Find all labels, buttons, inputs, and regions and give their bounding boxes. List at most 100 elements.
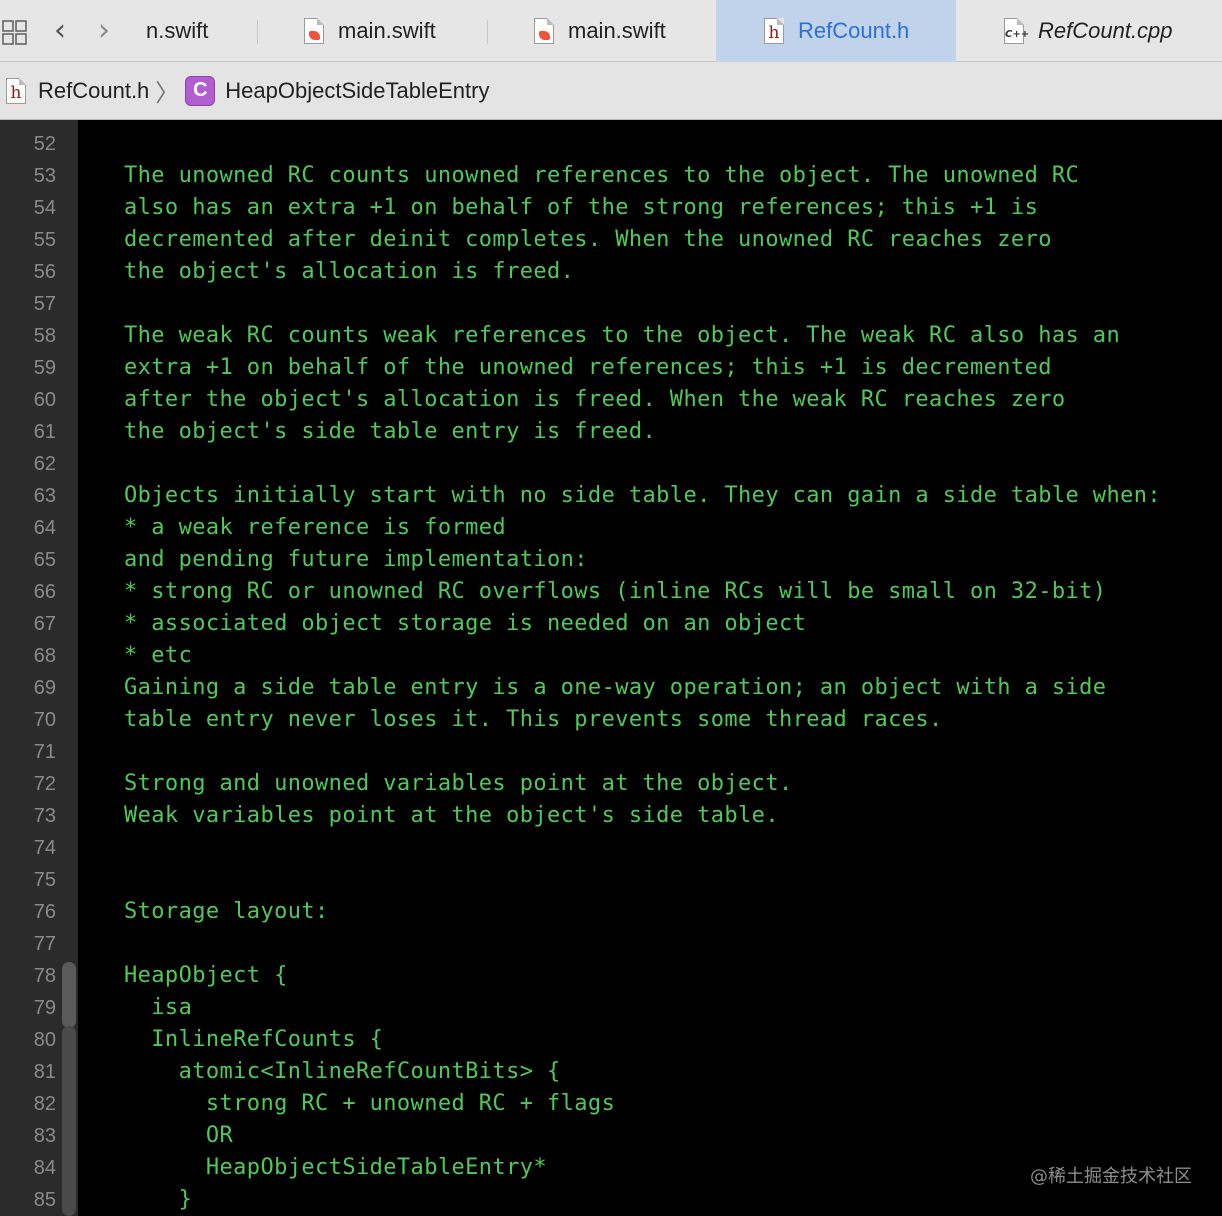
code-line[interactable]: 81 atomic<InlineRefCountBits> {	[0, 1056, 1222, 1088]
code-line[interactable]: 71	[0, 736, 1222, 768]
jump-bar: h RefCount.h 〉 C HeapObjectSideTableEntr…	[0, 62, 1222, 120]
line-number: 74	[33, 837, 56, 859]
line-number: 72	[33, 773, 56, 795]
code-text: and pending future implementation:	[124, 547, 588, 572]
code-line[interactable]: 80 InlineRefCounts {	[0, 1024, 1222, 1056]
code-line[interactable]: 63 Objects initially start with no side t…	[0, 480, 1222, 512]
code-line[interactable]: 57	[0, 288, 1222, 320]
tab-n-swift[interactable]: n.swift	[140, 0, 258, 62]
code-line[interactable]: 68 * etc	[0, 640, 1222, 672]
code-text: atomic<InlineRefCountBits> {	[124, 1059, 561, 1084]
code-text: Gaining a side table entry is a one-way …	[124, 675, 1107, 700]
code-text: * strong RC or unowned RC overflows (inl…	[124, 579, 1107, 604]
code-text: after the object's allocation is freed. …	[124, 387, 1066, 412]
tab-main-swift-1[interactable]: main.swift	[258, 0, 488, 62]
code-line[interactable]: 70 table entry never loses it. This preve…	[0, 704, 1222, 736]
code-line[interactable]: 59 extra +1 on behalf of the unowned refe…	[0, 352, 1222, 384]
code-text: * associated object storage is needed on…	[124, 611, 807, 636]
cpp-file-icon: C++	[1004, 18, 1029, 44]
line-number: 80	[33, 1029, 56, 1051]
line-number: 71	[33, 741, 56, 763]
code-text: The weak RC counts weak references to th…	[124, 323, 1121, 348]
line-number: 60	[33, 389, 56, 411]
line-number: 66	[33, 581, 56, 603]
line-number: 70	[33, 709, 56, 731]
code-text: Storage layout:	[124, 899, 329, 924]
code-text: isa	[124, 995, 193, 1020]
code-text: strong RC + unowned RC + flags	[124, 1091, 616, 1116]
code-line[interactable]: 77	[0, 928, 1222, 960]
code-text: OR	[124, 1123, 234, 1148]
code-line[interactable]: 54 also has an extra +1 on behalf of the …	[0, 192, 1222, 224]
header-file-icon: h	[6, 77, 26, 104]
line-number: 54	[33, 197, 56, 219]
code-text: HeapObjectSideTableEntry*	[124, 1155, 547, 1180]
line-number: 81	[33, 1061, 56, 1083]
code-line[interactable]: 65 and pending future implementation:	[0, 544, 1222, 576]
line-number: 75	[33, 869, 56, 891]
tab-main-swift-2[interactable]: main.swift	[488, 0, 716, 62]
breadcrumb-symbol[interactable]: HeapObjectSideTableEntry	[225, 78, 489, 104]
line-number: 84	[33, 1157, 56, 1179]
code-line[interactable]: 83 OR	[0, 1120, 1222, 1152]
tab-label: RefCount.h	[798, 18, 910, 43]
line-number: 57	[33, 293, 56, 315]
code-text: InlineRefCounts {	[124, 1027, 384, 1052]
code-line[interactable]: 53 The unowned RC counts unowned referenc…	[0, 160, 1222, 192]
code-line[interactable]: 58 The weak RC counts weak references to …	[0, 320, 1222, 352]
line-number: 58	[33, 325, 56, 347]
code-lines: 52 53 The unowned RC counts unowned refere…	[0, 128, 1222, 1216]
code-line[interactable]: 78 HeapObject {	[0, 960, 1222, 992]
code-text: the object's allocation is freed.	[124, 259, 575, 284]
tab-label: main.swift	[338, 18, 436, 43]
line-number: 65	[33, 549, 56, 571]
code-text: * etc	[124, 643, 193, 668]
forward-chevron-icon[interactable]: ›	[98, 16, 122, 46]
breadcrumb-chevron-icon: 〉	[155, 80, 180, 107]
line-number: 67	[33, 613, 56, 635]
line-number: 73	[33, 805, 56, 827]
code-line[interactable]: 72 Strong and unowned variables point at …	[0, 768, 1222, 800]
code-text: }	[124, 1187, 193, 1212]
code-line[interactable]: 55 decremented after deinit completes. Wh…	[0, 224, 1222, 256]
tab-bar: ‹ › n.swift main.swift main.swift h RefC…	[0, 0, 1222, 62]
tab-refcount-cpp[interactable]: C++ RefCount.cpp	[956, 0, 1222, 62]
code-line[interactable]: 82 strong RC + unowned RC + flags	[0, 1088, 1222, 1120]
code-line[interactable]: 56 the object's allocation is freed.	[0, 256, 1222, 288]
line-number: 77	[33, 933, 56, 955]
line-number: 55	[33, 229, 56, 251]
line-number: 56	[33, 261, 56, 283]
code-line[interactable]: 76 Storage layout:	[0, 896, 1222, 928]
line-number: 59	[33, 357, 56, 379]
code-line[interactable]: 75	[0, 864, 1222, 896]
code-line[interactable]: 73 Weak variables point at the object's s…	[0, 800, 1222, 832]
code-line[interactable]: 85 }	[0, 1184, 1222, 1216]
code-line[interactable]: 66 * strong RC or unowned RC overflows (i…	[0, 576, 1222, 608]
code-line[interactable]: 74	[0, 832, 1222, 864]
back-chevron-icon[interactable]: ‹	[54, 16, 78, 46]
line-number: 63	[33, 485, 56, 507]
line-number: 69	[33, 677, 56, 699]
code-line[interactable]: 52	[0, 128, 1222, 160]
line-number: 62	[33, 453, 56, 475]
code-editor[interactable]: 52 53 The unowned RC counts unowned refere…	[0, 120, 1222, 1216]
code-text: table entry never loses it. This prevent…	[124, 707, 943, 732]
breadcrumb-file[interactable]: RefCount.h	[38, 78, 149, 104]
code-line[interactable]: 61 the object's side table entry is freed…	[0, 416, 1222, 448]
line-number: 79	[33, 997, 56, 1019]
code-line[interactable]: 79 isa	[0, 992, 1222, 1024]
code-line[interactable]: 62	[0, 448, 1222, 480]
related-items-grid-icon[interactable]	[2, 20, 28, 46]
code-line[interactable]: 67 * associated object storage is needed …	[0, 608, 1222, 640]
code-text: the object's side table entry is freed.	[124, 419, 657, 444]
watermark: @稀土掘金技术社区	[1030, 1166, 1192, 1187]
code-text: Strong and unowned variables point at th…	[124, 771, 793, 796]
line-number: 78	[33, 965, 56, 987]
code-line[interactable]: 64 * a weak reference is formed	[0, 512, 1222, 544]
code-line[interactable]: 60 after the object's allocation is freed…	[0, 384, 1222, 416]
code-text: HeapObject {	[124, 963, 288, 988]
swift-file-icon	[304, 18, 324, 44]
code-line[interactable]: 69 Gaining a side table entry is a one-wa…	[0, 672, 1222, 704]
code-text: Objects initially start with no side tab…	[124, 483, 1162, 508]
tab-refcount-h[interactable]: h RefCount.h	[716, 0, 956, 62]
